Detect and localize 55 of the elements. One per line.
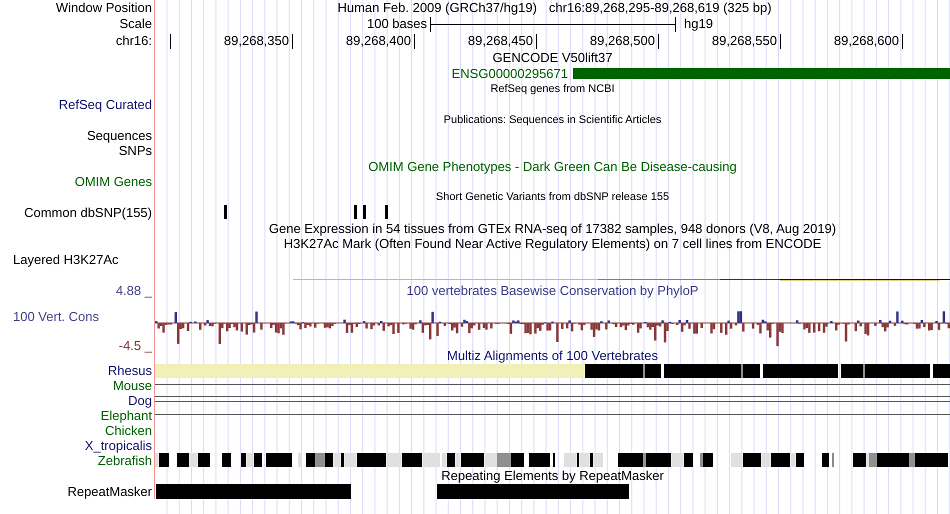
snp-mark[interactable] — [354, 205, 357, 219]
track-title: H3K27Ac Mark (Often Found Near Active Regulatory Elements) on 7 cell lines from ENCODE — [284, 236, 822, 253]
track-label[interactable]: RefSeq Curated — [58, 96, 152, 112]
track-label[interactable]: Mouse — [112, 378, 152, 393]
track-label[interactable]: Dog — [128, 393, 152, 408]
row-label: Window Position — [56, 0, 152, 18]
track-label[interactable]: 100 Vert. Cons — [0, 298, 152, 326]
position-text: chr16:89,268,295-89,268,619 (325 bp) — [548, 0, 772, 18]
ruler-label: 89,268,600 — [834, 33, 899, 49]
track-label[interactable]: OMIM Genes — [74, 174, 152, 190]
ruler-tick — [292, 34, 293, 49]
ruler-label: 89,268,500 — [590, 33, 655, 49]
assembly-title: Human Feb. 2009 (GRCh37/hg19) — [337, 0, 537, 18]
snp-mark[interactable] — [385, 205, 388, 219]
track-label[interactable]: Layered H3K27Ac — [13, 252, 119, 267]
min-value-label: -4.5 _ — [118, 337, 152, 355]
track-title: Multiz Alignments of 100 Vertebrates — [446, 346, 658, 365]
track-description: RefSeq genes from NCBI — [490, 82, 615, 96]
gene-name[interactable]: ENSG00000295671 — [452, 66, 568, 80]
track-label[interactable]: Common dbSNP(155) — [24, 205, 152, 220]
track-title: GENCODE V50lift37 — [492, 49, 612, 67]
row-label: Scale — [119, 15, 152, 34]
ruler-label: 89,268,400 — [346, 33, 411, 49]
track-title: Gene Expression in 54 tissues from GTEx RNA-seq of 17382 samples, 948 donors (V8, Aug 2019) — [268, 220, 836, 238]
track-label[interactable]: RepeatMasker — [67, 484, 152, 499]
track-description: Publications: Sequences in Scientific Articles — [444, 112, 662, 128]
track-label[interactable]: SNPs — [118, 143, 152, 158]
chromosome-label: chr16: — [116, 32, 152, 50]
track-label[interactable]: X_tropicalis — [84, 438, 152, 453]
track-label[interactable]: Elephant — [100, 408, 152, 423]
ruler-tick — [414, 34, 415, 49]
ruler-tick — [536, 34, 537, 49]
ruler-tick — [658, 34, 659, 49]
ruler-label: 89,268,450 — [468, 33, 533, 49]
track-title: 100 vertebrates Basewise Conservation by PhyloP — [406, 282, 698, 300]
track-label[interactable]: Rhesus — [108, 363, 152, 378]
track-title: Repeating Elements by RepeatMasker — [441, 467, 664, 485]
track-label[interactable]: Chicken — [105, 423, 152, 438]
ruler-label: 89,268,550 — [712, 33, 777, 49]
repeat-element[interactable] — [437, 484, 629, 498]
track-description: Short Genetic Variants from dbSNP release 155 — [436, 190, 670, 205]
track-title: OMIM Gene Phenotypes - Dark Green Can Be Disease-causing — [368, 158, 737, 176]
ruler-tick — [902, 34, 903, 49]
snp-mark[interactable] — [363, 205, 366, 219]
assembly-name: hg19 — [684, 16, 713, 32]
ruler-tick — [780, 34, 781, 49]
gene-bar[interactable] — [573, 68, 950, 78]
track-label[interactable]: Zebrafish — [98, 453, 152, 468]
repeat-element[interactable] — [156, 484, 351, 498]
track-label[interactable]: Sequences — [86, 128, 152, 143]
ruler-label: 89,268,350 — [224, 33, 289, 49]
max-value-label: 4.88 _ — [116, 282, 152, 300]
snp-mark[interactable] — [224, 205, 227, 219]
ruler-tick — [170, 34, 171, 49]
scale-text: 100 bases — [367, 16, 427, 32]
